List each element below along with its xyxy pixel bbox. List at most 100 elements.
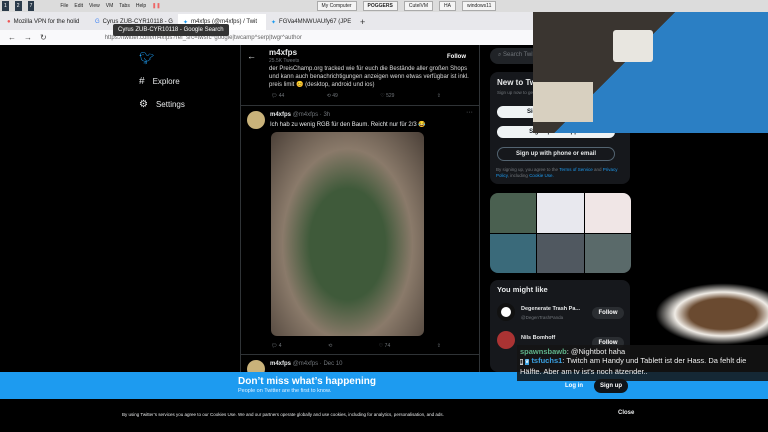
author-handle: @m4xfps · 3h bbox=[292, 112, 331, 118]
banner-title: Don’t miss what’s happening bbox=[238, 376, 376, 387]
chat-text: : @Nightbot haha bbox=[566, 347, 626, 356]
media-thumb[interactable] bbox=[584, 193, 631, 233]
tab-tooltip: Cyrus ZUB-CYR10118 - Google Search bbox=[113, 24, 229, 36]
reply-count: 44 bbox=[278, 93, 285, 99]
follow-button[interactable]: Follow bbox=[592, 307, 624, 319]
tweet-text: der PreisChamp.org tracked wie für euch … bbox=[269, 66, 469, 88]
follow-button[interactable]: Follow bbox=[441, 51, 472, 63]
firefox-icon: ● bbox=[7, 19, 11, 25]
terms-incl: , including bbox=[507, 173, 530, 178]
more-icon[interactable]: ··· bbox=[466, 109, 473, 116]
tab-mozilla-vpn[interactable]: ● Mozilla VPN for the holid bbox=[2, 14, 90, 30]
tweet-image-christmas-tree[interactable] bbox=[271, 132, 424, 336]
tweet-actions: 💬︎ 44 ⟲ 49 ♡ 529 ⇪ bbox=[271, 93, 441, 99]
reply-button[interactable]: 💬︎ 4 bbox=[271, 343, 282, 349]
like-button[interactable]: ♡ 529 bbox=[380, 93, 394, 99]
profile-name: m4xfps bbox=[269, 48, 298, 57]
tweet-actions: 💬︎ 4 ⟲ ♡ 74 ⇪ bbox=[271, 343, 441, 349]
cat-overlay bbox=[655, 283, 768, 345]
stream-chat-overlay: spawnsbawb: @Nightbot haha ▮ ♛ tsfuchs1:… bbox=[517, 345, 768, 381]
vm-tab-poggers[interactable]: POGGERS bbox=[362, 1, 398, 11]
author-name: m4xfps bbox=[270, 361, 292, 367]
person-name[interactable]: Nils Bomhoff bbox=[521, 335, 555, 341]
phone-signup-button[interactable]: Sign up with phone or email bbox=[497, 147, 615, 161]
author-handle: @m4xfps · Dec 10 bbox=[292, 361, 343, 367]
new-tab-button[interactable]: + bbox=[354, 17, 371, 30]
tab-label: FGVa4MNWUAUfy67 (JPE bbox=[279, 19, 352, 25]
menu-help[interactable]: Help bbox=[136, 3, 146, 9]
reload-icon[interactable]: ↻ bbox=[40, 33, 47, 42]
menu-vm[interactable]: VM bbox=[106, 3, 114, 9]
you-might-like-title: You might like bbox=[497, 285, 548, 294]
twitter-logo-icon[interactable]: 🐦︎ bbox=[139, 51, 154, 65]
terms-text: By signing up, you agree to the Terms of… bbox=[496, 167, 626, 179]
retweet-button[interactable]: ⟲ 49 bbox=[327, 93, 338, 99]
terms-prefix: By signing up, you agree to the bbox=[496, 167, 560, 172]
sidebar-item-explore[interactable]: # Explore bbox=[139, 76, 180, 87]
forward-icon[interactable]: → bbox=[24, 33, 32, 42]
chat-username: spawnsbawb bbox=[520, 347, 567, 356]
terms-link[interactable]: Terms of Service bbox=[559, 167, 593, 172]
workspace-1[interactable]: 1 bbox=[2, 1, 9, 11]
vm-tab-my-computer[interactable]: My Computer bbox=[316, 1, 357, 11]
tweet-count: 25.5K Tweets bbox=[269, 58, 300, 64]
signup-button[interactable]: Sign up bbox=[594, 379, 628, 393]
media-thumb[interactable] bbox=[537, 233, 584, 273]
person-name[interactable]: Degenerate Trash Pa... bbox=[521, 306, 580, 312]
webcam-box bbox=[533, 82, 593, 122]
hashtag-icon: # bbox=[139, 76, 145, 87]
login-button[interactable]: Log in bbox=[560, 380, 588, 393]
share-icon[interactable]: ⇪ bbox=[437, 93, 441, 99]
media-thumb[interactable] bbox=[490, 233, 537, 273]
retweet-button[interactable]: ⟲ bbox=[328, 343, 332, 349]
cookie-link[interactable]: Cookie Use. bbox=[529, 173, 554, 178]
gear-icon: ⚙ bbox=[139, 99, 148, 110]
menu-file[interactable]: File bbox=[60, 3, 68, 9]
chat-message: ▮ ♛ tsfuchs1: Twitch am Handy und Tablet… bbox=[520, 356, 765, 376]
workspace-7[interactable]: 7 bbox=[27, 1, 35, 11]
avatar[interactable] bbox=[497, 331, 515, 349]
like-button[interactable]: ♡ 74 bbox=[379, 343, 390, 349]
avatar[interactable] bbox=[497, 303, 515, 321]
pause-icon[interactable]: ❚❚ bbox=[152, 3, 160, 9]
tab-image[interactable]: ✦ FGVa4MNWUAUfy67 (JPE bbox=[266, 14, 354, 30]
cookie-close-button[interactable]: Close bbox=[618, 410, 634, 416]
media-thumb[interactable] bbox=[537, 193, 584, 233]
person-handle: @DegenTrashPanda bbox=[521, 315, 564, 320]
nav-label: Explore bbox=[152, 77, 180, 86]
workspace-2[interactable]: 2 bbox=[14, 1, 22, 11]
menu-view[interactable]: View bbox=[89, 3, 100, 9]
vm-tab-ha[interactable]: HA bbox=[439, 1, 456, 11]
tweet-author: m4xfps @m4xfps · 3h bbox=[270, 112, 330, 118]
tab-label: Mozilla VPN for the holid bbox=[13, 19, 80, 25]
vm-tab-cutelvm[interactable]: CutelVM bbox=[403, 1, 434, 11]
back-icon[interactable]: ← bbox=[8, 33, 16, 42]
timeline: ← m4xfps 25.5K Tweets Follow der PreisCh… bbox=[240, 45, 480, 378]
share-icon[interactable]: ⇪ bbox=[437, 343, 441, 349]
reply-count: 4 bbox=[278, 343, 282, 349]
terms-and: and bbox=[592, 167, 603, 172]
vm-tab-windows11[interactable]: windows11 bbox=[461, 1, 497, 11]
tweet-text: Ich hab zu wenig RGB für den Baum. Reich… bbox=[270, 122, 426, 128]
vm-toolbar: 1 2 7 File Edit View VM Tabs Help ❚❚ My … bbox=[0, 0, 768, 12]
avatar[interactable] bbox=[247, 111, 265, 129]
banner-subtitle: People on Twitter are the first to know. bbox=[238, 388, 332, 394]
google-icon: G bbox=[95, 19, 100, 25]
chat-message: spawnsbawb: @Nightbot haha bbox=[520, 347, 765, 356]
subscriber-badge-icon: ♛ bbox=[524, 359, 530, 365]
cookie-bar: By using Twitter’s services you agree to… bbox=[0, 399, 768, 430]
menu-tabs[interactable]: Tabs bbox=[119, 3, 130, 9]
webcam-device bbox=[613, 30, 653, 62]
back-arrow-icon[interactable]: ← bbox=[247, 51, 256, 61]
sidebar-item-settings[interactable]: ⚙ Settings bbox=[139, 99, 185, 110]
chat-username: tsfuchs1 bbox=[531, 356, 563, 365]
retweet-count: 49 bbox=[332, 93, 338, 99]
media-thumb[interactable] bbox=[584, 233, 631, 273]
media-thumb[interactable] bbox=[490, 193, 537, 233]
author-name: m4xfps bbox=[270, 112, 292, 118]
media-grid bbox=[490, 193, 631, 273]
menu-edit[interactable]: Edit bbox=[74, 3, 83, 9]
webcam-overlay bbox=[533, 12, 768, 133]
reply-button[interactable]: 💬︎ 44 bbox=[271, 93, 284, 99]
nav-label: Settings bbox=[155, 100, 185, 109]
